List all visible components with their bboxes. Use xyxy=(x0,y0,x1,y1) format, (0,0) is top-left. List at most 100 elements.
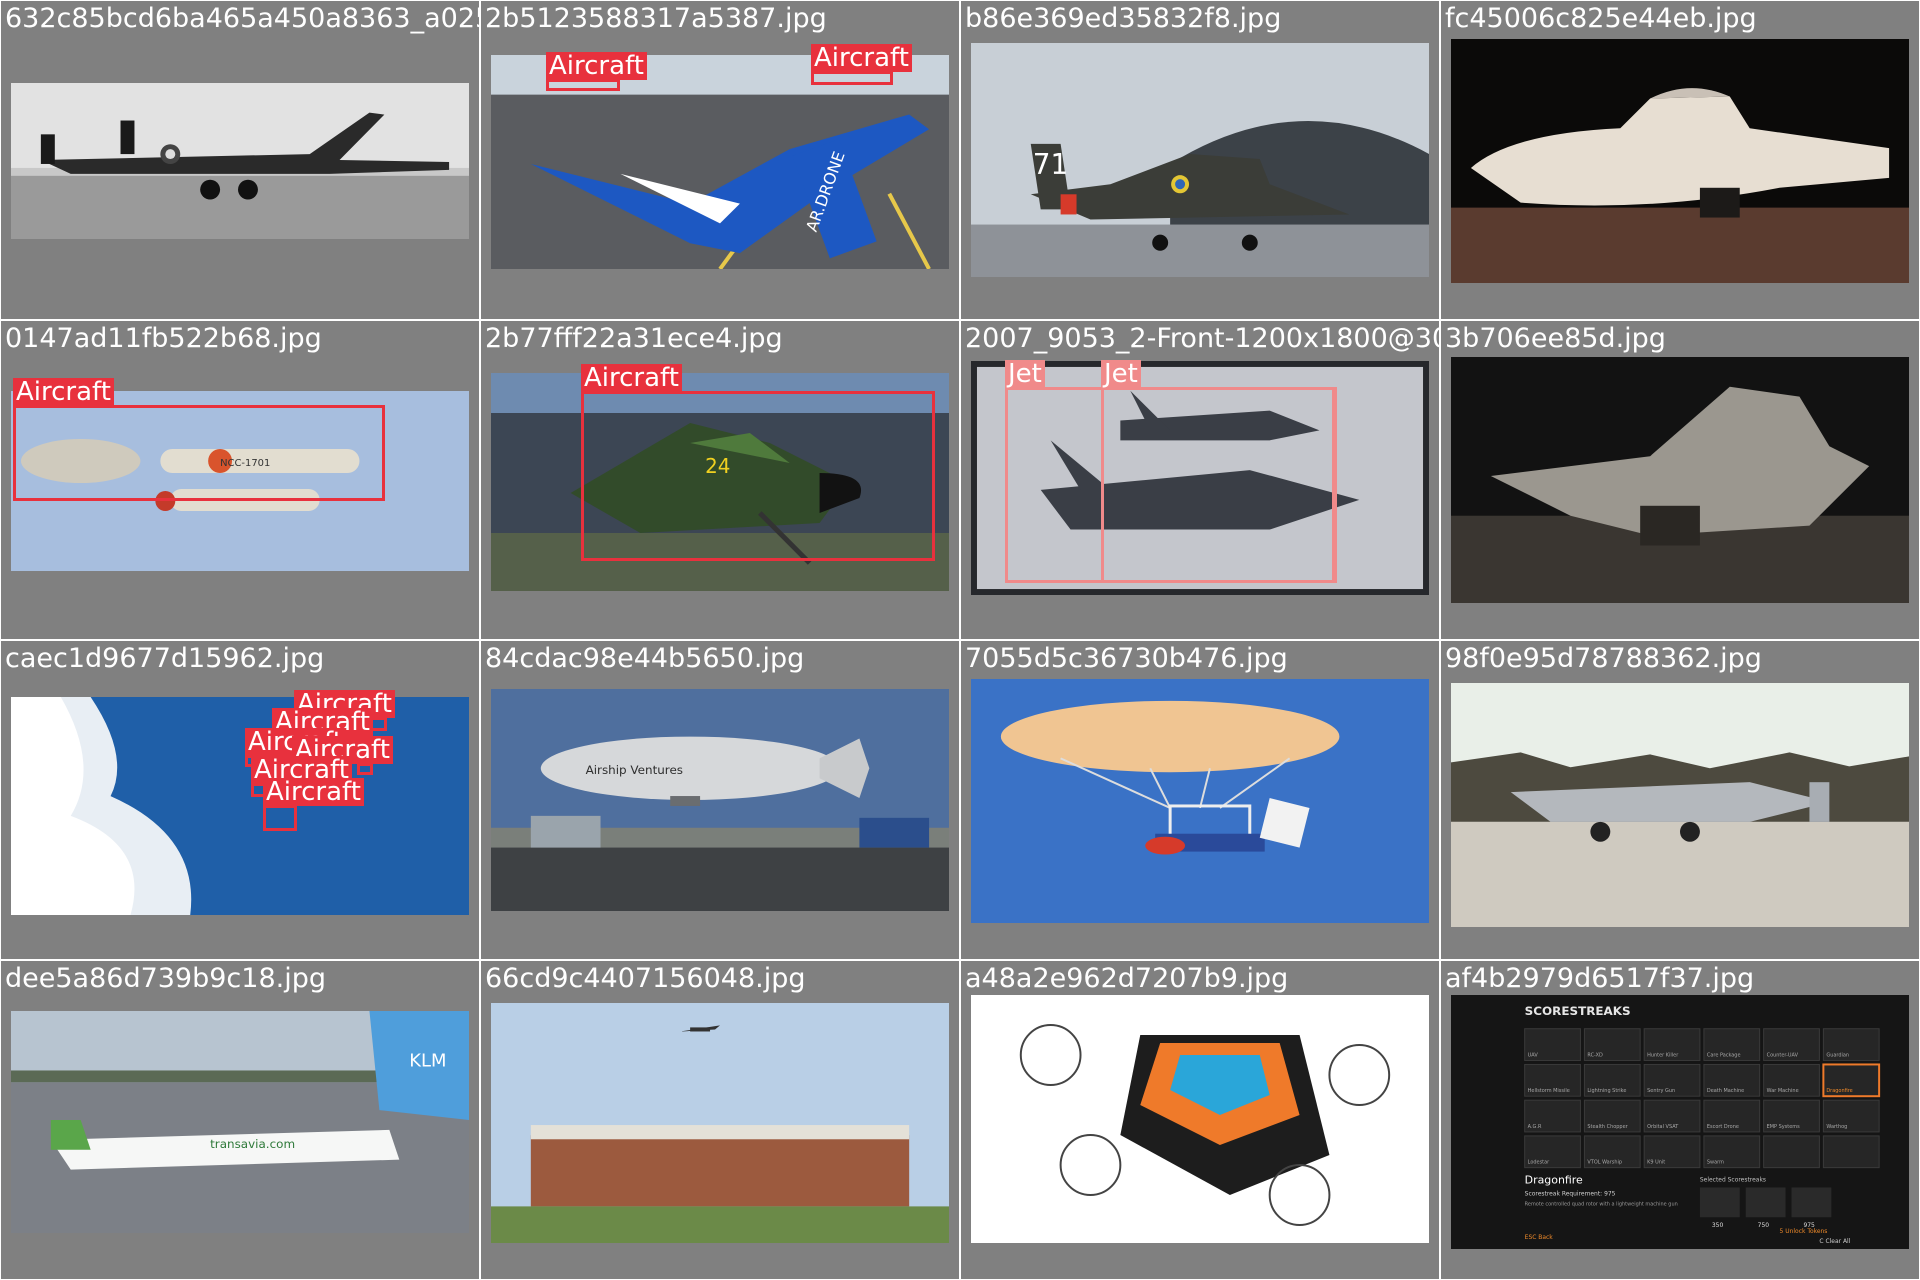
scorestreak-label: VTOL Warship xyxy=(1587,1160,1622,1166)
grid-tile[interactable]: a48a2e962d7207b9.jpg xyxy=(960,960,1440,1280)
tile-filename: 98f0e95d78788362.jpg xyxy=(1445,643,1762,674)
scorestreak-label: War Machine xyxy=(1767,1088,1799,1094)
scorestreak-label: Guardian xyxy=(1826,1053,1849,1059)
grid-tile[interactable]: caec1d9677d15962.jpg Aircraft Aircraft A… xyxy=(0,640,480,960)
detection-box[interactable]: Aircraft xyxy=(292,736,393,775)
tile-image xyxy=(971,679,1429,923)
menu-description: Remote controlled quad rotor with a ligh… xyxy=(1525,1201,1678,1207)
scorestreak-label: Death Machine xyxy=(1707,1088,1744,1094)
scorestreak-label: K9 Unit xyxy=(1647,1160,1665,1166)
scorestreak-label: Escort Drone xyxy=(1707,1124,1739,1130)
scorestreak-label: UAV xyxy=(1528,1053,1539,1059)
grid-tile[interactable]: b86e369ed35832f8.jpg 71 xyxy=(960,0,1440,320)
detection-label: Jet xyxy=(1005,360,1045,388)
tile-image: 24 Aircraft xyxy=(491,364,949,591)
scorestreak-label: Hunter Killer xyxy=(1647,1053,1679,1059)
tile-filename: b86e369ed35832f8.jpg xyxy=(965,3,1282,34)
tile-filename: caec1d9677d15962.jpg xyxy=(5,643,325,674)
detection-box[interactable]: Aircraft xyxy=(13,378,385,501)
tile-filename: 2b5123588317a5387.jpg xyxy=(485,3,827,34)
grid-tile[interactable]: af4b2979d6517f37.jpg SCORESTREAKS UAV RC-… xyxy=(1440,960,1920,1280)
grid-tile[interactable]: 2b77fff22a31ece4.jpg 24 Aircraft xyxy=(480,320,960,640)
grid-tile[interactable]: 7055d5c36730b476.jpg xyxy=(960,640,1440,960)
tile-filename: 632c85bcd6ba465a450a8363_a0259123588317a… xyxy=(5,3,479,34)
scorestreak-label: Warthog xyxy=(1826,1124,1847,1130)
scorestreak-label: Hellstorm Missile xyxy=(1528,1088,1570,1094)
detection-label: Aircraft xyxy=(546,52,647,80)
tile-filename: fc45006c825e44eb.jpg xyxy=(1445,3,1757,34)
menu-requirement: Scorestreak Requirement: 975 xyxy=(1525,1190,1616,1197)
tile-image xyxy=(1451,683,1909,927)
tile-filename: a48a2e962d7207b9.jpg xyxy=(965,963,1289,994)
grid-tile[interactable]: 98f0e95d78788362.jpg xyxy=(1440,640,1920,960)
tile-filename: 66cd9c4407156048.jpg xyxy=(485,963,806,994)
grid-tile[interactable]: dee5a86d739b9c18.jpg transavia.com KLM xyxy=(0,960,480,1280)
tile-filename: 0147ad11fb522b68.jpg xyxy=(5,323,322,354)
selected-title: Selected Scorestreaks xyxy=(1700,1177,1766,1184)
grid-tile[interactable]: 2007_9053_2-Front-1200x1800@300dpi-3bd70… xyxy=(960,320,1440,640)
back-hint: ESC Back xyxy=(1525,1234,1554,1241)
grid-tile[interactable]: 3b706ee85d.jpg xyxy=(1440,320,1920,640)
tile-filename: 3b706ee85d.jpg xyxy=(1445,323,1666,354)
tile-image xyxy=(1451,357,1909,603)
scorestreak-label: Lightning Strike xyxy=(1587,1088,1626,1094)
tile-filename: 2b77fff22a31ece4.jpg xyxy=(485,323,783,354)
clear-hint: C Clear All xyxy=(1819,1238,1850,1245)
grid-tile[interactable]: 0147ad11fb522b68.jpg NCC-1701 Aircraft xyxy=(0,320,480,640)
detection-label: Aircraft xyxy=(581,364,682,392)
scorestreak-label: Counter-UAV xyxy=(1767,1053,1799,1059)
tile-image xyxy=(11,83,469,239)
grid-tile[interactable]: fc45006c825e44eb.jpg xyxy=(1440,0,1920,320)
scorestreak-label: Stealth Chopper xyxy=(1587,1124,1628,1130)
menu-title: SCORESTREAKS xyxy=(1525,1004,1631,1018)
tile-image: Airship Ventures xyxy=(491,689,949,911)
scorestreak-cell[interactable] xyxy=(1763,1135,1820,1169)
tile-filename: 2007_9053_2-Front-1200x1800@300dpi-3bd70… xyxy=(965,323,1439,354)
tile-image: AR.DRONE Aircraft Aircraft xyxy=(491,44,949,269)
unlock-tokens: 5 Unlock Tokens xyxy=(1780,1228,1828,1235)
scorestreak-label: Orbital VSAT xyxy=(1647,1124,1679,1130)
scorestreak-label: A.G.R xyxy=(1528,1124,1542,1130)
tile-image xyxy=(1451,39,1909,283)
scorestreak-label: Care Package xyxy=(1707,1053,1741,1059)
detection-box[interactable]: Aircraft xyxy=(581,364,935,561)
score-value: 350 xyxy=(1712,1222,1724,1229)
tile-image: NCC-1701 Aircraft xyxy=(11,378,469,571)
airline-text: KLM xyxy=(409,1051,446,1072)
tile-filename: 84cdac98e44b5650.jpg xyxy=(485,643,805,674)
image-grid: 632c85bcd6ba465a450a8363_a0259123588317a… xyxy=(0,0,1920,1280)
tile-filename: dee5a86d739b9c18.jpg xyxy=(5,963,326,994)
airship-text: Airship Ventures xyxy=(586,763,683,777)
detection-label: Aircraft xyxy=(13,378,114,406)
grid-tile[interactable]: 2b5123588317a5387.jpg AR.DRONE Aircraft … xyxy=(480,0,960,320)
scorestreak-label: Sentry Gun xyxy=(1647,1088,1675,1094)
tile-filename: 7055d5c36730b476.jpg xyxy=(965,643,1288,674)
detection-box[interactable]: Aircraft xyxy=(546,52,647,91)
scorestreak-label: Dragonfire xyxy=(1826,1088,1852,1094)
tile-image: Jet Jet xyxy=(971,360,1429,595)
detection-label: Aircraft xyxy=(811,44,912,72)
score-value: 750 xyxy=(1758,1222,1770,1229)
scorestreak-label: Lodestar xyxy=(1528,1160,1550,1166)
grid-tile[interactable]: 632c85bcd6ba465a450a8363_a0259123588317a… xyxy=(0,0,480,320)
tile-image: Aircraft Aircraft Aircraft Aircraft Airc… xyxy=(11,690,469,915)
airline-text: transavia.com xyxy=(210,1137,295,1151)
grid-tile[interactable]: 66cd9c4407156048.jpg xyxy=(480,960,960,1280)
detection-box[interactable]: Aircraft xyxy=(811,44,912,85)
tile-image: SCORESTREAKS UAV RC-XD Hunter Killer Care P… xyxy=(1451,995,1909,1249)
tile-image xyxy=(971,995,1429,1243)
scorestreak-cell[interactable] xyxy=(1822,1135,1880,1169)
detection-box[interactable]: Aircraft xyxy=(263,778,364,831)
tile-image: transavia.com KLM xyxy=(11,1011,469,1233)
menu-item-name: Dragonfire xyxy=(1525,1174,1583,1187)
plane-number: 71 xyxy=(1033,148,1068,181)
tile-image xyxy=(491,1003,949,1243)
scorestreak-label: EMP Systems xyxy=(1767,1124,1800,1130)
grid-tile[interactable]: 84cdac98e44b5650.jpg Airship Ventures xyxy=(480,640,960,960)
tile-filename: af4b2979d6517f37.jpg xyxy=(1445,963,1755,994)
detection-label: Aircraft xyxy=(263,778,364,806)
scorestreak-label: RC-XD xyxy=(1587,1053,1603,1059)
detection-label: Jet xyxy=(1101,360,1141,388)
tile-image: 71 xyxy=(971,43,1429,277)
detection-box[interactable]: Jet xyxy=(1101,360,1337,583)
